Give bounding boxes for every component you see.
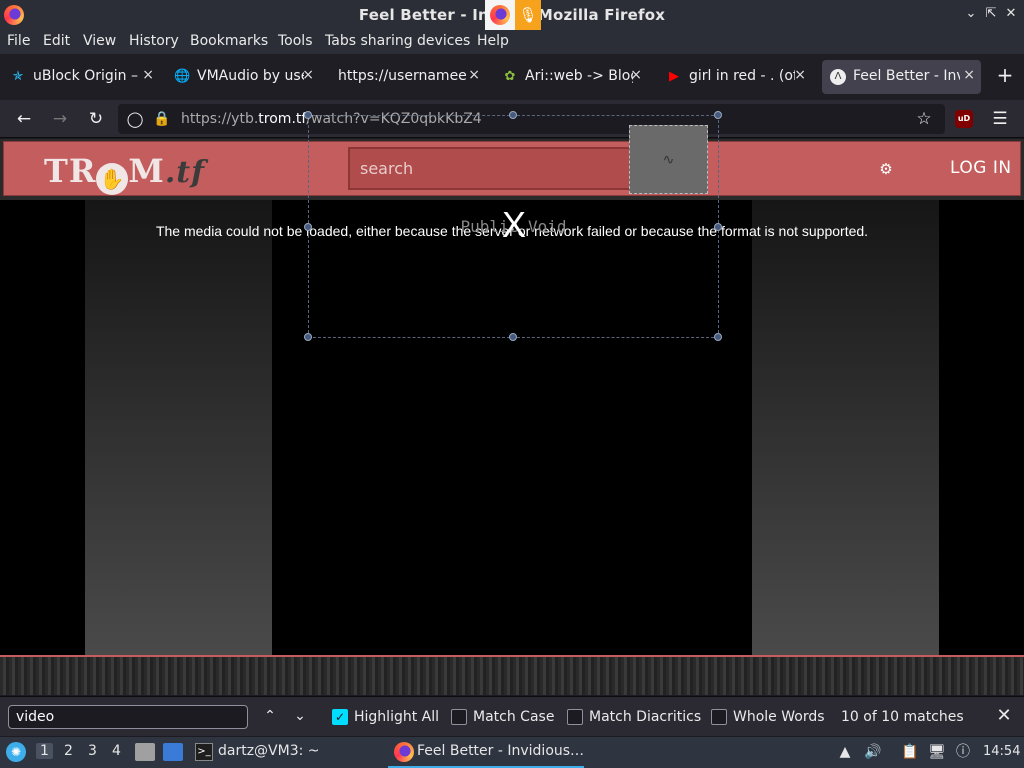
menu-bar: File Edit View History Bookmarks Tools T… xyxy=(0,30,1024,54)
tab-usernameer[interactable]: https://usernameer × xyxy=(330,60,486,94)
hand-logo-icon: ✋ xyxy=(96,163,129,195)
menu-file[interactable]: File xyxy=(7,33,30,49)
youtube-icon: ▶ xyxy=(669,69,679,84)
taskbar-firefox-label: Feel Better - Invidious… xyxy=(417,743,585,759)
tray-arrow-icon[interactable]: ▲ xyxy=(836,743,854,761)
lock-icon[interactable]: 🔒 xyxy=(151,108,173,130)
menu-view[interactable]: View xyxy=(83,33,116,49)
update-icon[interactable]: ⓘ xyxy=(954,743,972,761)
menu-help[interactable]: Help xyxy=(477,33,509,49)
find-bar: video ⌃ ⌄ ✓ Highlight All Match Case Mat… xyxy=(0,696,1024,736)
ublock-extension-icon[interactable]: uD xyxy=(955,110,973,128)
highlight-all-label[interactable]: Highlight All xyxy=(354,709,439,725)
match-diacritics-label[interactable]: Match Diacritics xyxy=(589,709,701,725)
tab-label: girl in red - . (off xyxy=(689,68,795,84)
find-next-icon[interactable]: ⌄ xyxy=(291,707,309,725)
close-tab-icon[interactable]: × xyxy=(794,67,806,83)
resize-handle[interactable] xyxy=(304,111,312,119)
tab-label: https://usernameer xyxy=(338,68,466,84)
match-case-label[interactable]: Match Case xyxy=(473,709,554,725)
taskbar-terminal-label[interactable]: dartz@VM3: ~ xyxy=(218,743,320,759)
leaf-icon: ✿ xyxy=(504,69,516,84)
poster-x-mark: X xyxy=(501,204,526,245)
forward-button[interactable]: → xyxy=(49,108,71,130)
resize-handle[interactable] xyxy=(714,111,722,119)
background-panel-right xyxy=(752,200,939,655)
network-icon[interactable]: 🖥 xyxy=(928,743,946,761)
resize-handle[interactable] xyxy=(714,333,722,341)
microphone-icon[interactable]: 🎙 xyxy=(515,0,541,30)
ublock-icon: ✯ xyxy=(12,69,24,84)
hamburger-menu-icon[interactable]: ☰ xyxy=(989,108,1011,130)
shield-icon[interactable]: ◯ xyxy=(124,108,146,130)
tab-label: Ari::web -> Blog xyxy=(525,68,633,84)
tab-ublock-origin[interactable]: ✯ uBlock Origin – × xyxy=(2,60,160,94)
close-find-bar-icon[interactable]: ✕ xyxy=(994,706,1014,726)
window-titlebar: Feel Better - Invi… – Mozilla Firefox 🎙 … xyxy=(0,0,1024,30)
tab-label: Feel Better - Inv xyxy=(853,68,960,84)
video-poster[interactable]: ∿ Public Void X xyxy=(304,111,722,341)
login-link[interactable]: LOG IN xyxy=(950,158,1012,178)
invidious-icon: Λ xyxy=(830,69,846,85)
find-previous-icon[interactable]: ⌃ xyxy=(261,707,279,725)
resize-handle[interactable] xyxy=(304,333,312,341)
menu-bookmarks[interactable]: Bookmarks xyxy=(190,33,268,49)
workspace-4[interactable]: 4 xyxy=(112,743,121,759)
tab-vmaudio[interactable]: 🌐 VMAudio by use × xyxy=(166,60,320,94)
taskbar-firefox-window[interactable]: Feel Better - Invidious… xyxy=(388,737,584,768)
close-tab-icon[interactable]: × xyxy=(963,67,975,83)
close-tab-icon[interactable]: × xyxy=(630,67,642,83)
whole-words-label[interactable]: Whole Words xyxy=(733,709,825,725)
close-window-icon[interactable]: ✕ xyxy=(1002,5,1020,23)
file-manager-icon[interactable] xyxy=(135,743,155,761)
terminal-icon[interactable]: >_ xyxy=(195,743,213,761)
whole-words-checkbox[interactable] xyxy=(711,709,727,725)
application-menu-icon[interactable]: ✺ xyxy=(6,742,26,762)
tab-label: uBlock Origin – xyxy=(33,68,138,84)
background-pattern xyxy=(0,657,1024,695)
workspace-3[interactable]: 3 xyxy=(88,743,97,759)
taskbar: ✺ 1 2 3 4 >_ dartz@VM3: ~ Feel Better - … xyxy=(0,737,1024,768)
reload-button[interactable]: ↻ xyxy=(85,108,107,130)
resize-handle[interactable] xyxy=(509,111,517,119)
workspace-1[interactable]: 1 xyxy=(36,743,53,759)
tab-label: VMAudio by use xyxy=(197,68,304,84)
globe-icon: 🌐 xyxy=(174,69,191,84)
workspace-2[interactable]: 2 xyxy=(64,743,73,759)
find-input[interactable]: video xyxy=(8,705,248,729)
menu-tools[interactable]: Tools xyxy=(278,33,313,49)
clock[interactable]: 14:54 xyxy=(983,744,1020,759)
minimize-icon[interactable]: ⌄ xyxy=(962,5,980,23)
menu-history[interactable]: History xyxy=(129,33,179,49)
tab-ari-web-blog[interactable]: ✿ Ari::web -> Blog × xyxy=(494,60,648,94)
tab-feel-better[interactable]: Λ Feel Better - Inv × xyxy=(822,60,981,94)
restore-icon[interactable]: ⇱ xyxy=(982,5,1000,23)
close-tab-icon[interactable]: × xyxy=(142,67,154,83)
menu-edit[interactable]: Edit xyxy=(43,33,70,49)
tab-bar: ✯ uBlock Origin – × 🌐 VMAudio by use × h… xyxy=(0,54,1024,100)
new-tab-button[interactable]: + xyxy=(994,64,1016,86)
close-tab-icon[interactable]: × xyxy=(302,67,314,83)
stamp-image: ∿ xyxy=(629,125,708,194)
settings-gear-icon[interactable]: ⚙ xyxy=(878,161,894,177)
clipboard-icon[interactable]: 📋 xyxy=(901,743,919,761)
highlight-all-checkbox[interactable]: ✓ xyxy=(332,709,348,725)
volume-icon[interactable]: 🔊 xyxy=(864,743,882,761)
resize-handle[interactable] xyxy=(509,333,517,341)
match-count: 10 of 10 matches xyxy=(841,709,964,725)
background-panel-left xyxy=(85,200,272,655)
firefox-overlay-icon xyxy=(485,0,515,30)
match-diacritics-checkbox[interactable] xyxy=(567,709,583,725)
show-desktop-icon[interactable] xyxy=(163,743,183,761)
tab-girl-in-red[interactable]: ▶ girl in red - . (off × xyxy=(658,60,812,94)
match-case-checkbox[interactable] xyxy=(451,709,467,725)
back-button[interactable]: ← xyxy=(13,108,35,130)
menu-tabs-sharing-devices[interactable]: Tabs sharing devices xyxy=(325,33,470,49)
site-logo[interactable]: TR ✋M.tf xyxy=(44,152,205,195)
bookmark-star-icon[interactable]: ☆ xyxy=(913,108,935,130)
firefox-icon xyxy=(394,742,414,762)
close-tab-icon[interactable]: × xyxy=(468,67,480,83)
